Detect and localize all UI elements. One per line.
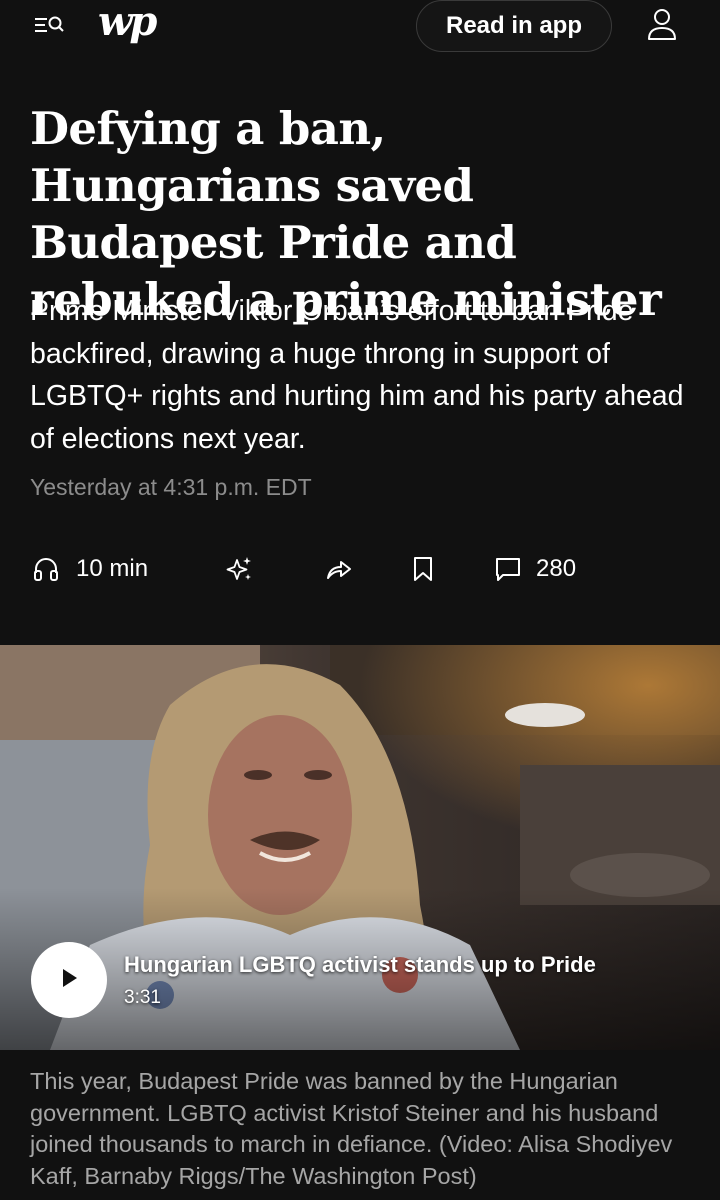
play-icon bbox=[59, 967, 79, 994]
menu-search-icon[interactable] bbox=[30, 10, 68, 42]
user-icon[interactable] bbox=[644, 6, 680, 44]
article-dek: Prime Minister Viktor Orban’s effort to … bbox=[30, 295, 684, 455]
washington-post-logo[interactable]: wp bbox=[98, 0, 157, 46]
top-nav-bar: wp Read in app bbox=[0, 0, 720, 52]
video-duration: 3:31 bbox=[124, 987, 161, 1008]
share-icon bbox=[324, 554, 354, 584]
listen-button[interactable]: 10 min bbox=[32, 546, 148, 592]
bookmark-button[interactable] bbox=[410, 546, 436, 592]
video-title: Hungarian LGBTQ activist stands up to Pr… bbox=[124, 952, 596, 977]
share-button[interactable] bbox=[324, 546, 354, 592]
article-timestamp: Yesterday at 4:31 p.m. EDT bbox=[30, 474, 312, 500]
comments-count: 280 bbox=[536, 555, 577, 582]
article-action-bar: 10 min 280 bbox=[0, 546, 720, 592]
comment-icon bbox=[494, 554, 522, 584]
ai-summary-button[interactable] bbox=[224, 546, 254, 592]
bookmark-icon bbox=[410, 554, 436, 584]
headphones-icon bbox=[32, 555, 60, 583]
sparkles-icon bbox=[224, 554, 254, 584]
read-in-app-button[interactable]: Read in app bbox=[416, 0, 612, 52]
play-button[interactable] bbox=[31, 942, 107, 1018]
listen-duration: 10 min bbox=[76, 555, 149, 582]
comments-button[interactable]: 280 bbox=[494, 546, 576, 592]
video-thumbnail bbox=[0, 645, 720, 1050]
video-player[interactable]: Hungarian LGBTQ activist stands up to Pr… bbox=[0, 645, 720, 1050]
video-caption: This year, Budapest Pride was banned by … bbox=[30, 1068, 673, 1189]
